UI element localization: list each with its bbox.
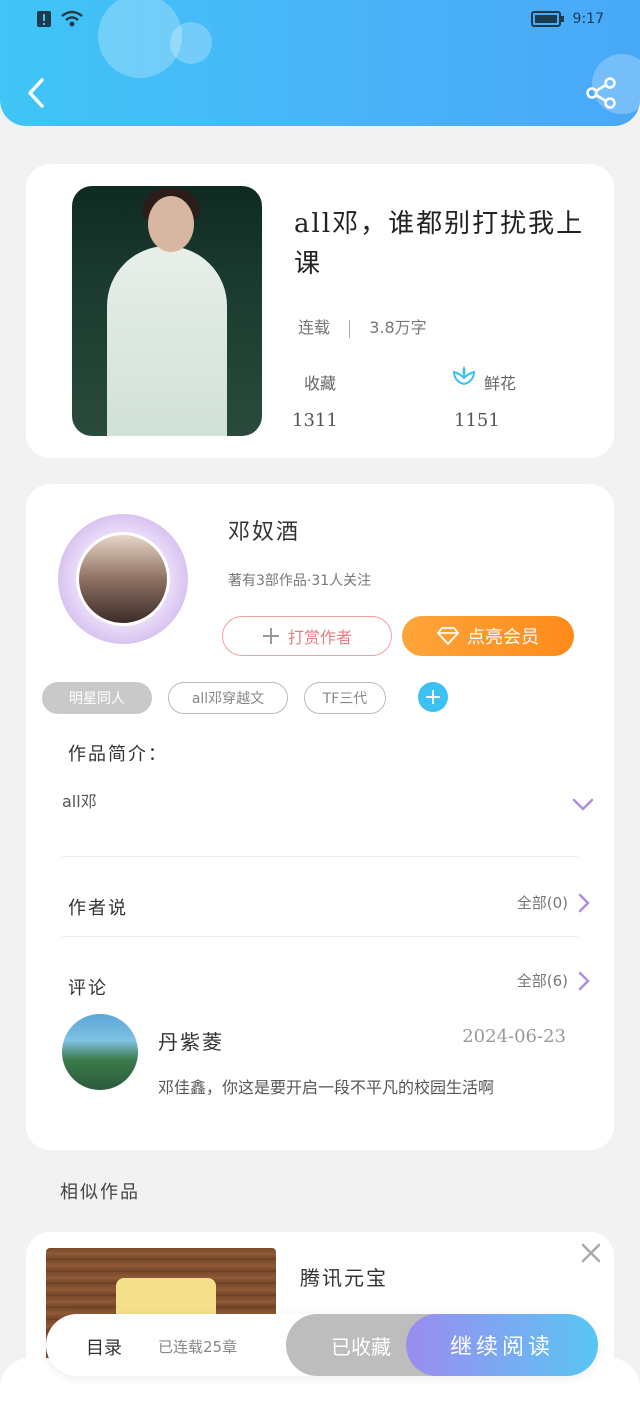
author-says-label: 作者说: [68, 898, 128, 919]
notification-icon: [37, 11, 51, 27]
book-meta: 连载 3.8万字: [298, 314, 427, 338]
reward-author-button[interactable]: 打赏作者: [222, 616, 392, 656]
book-status: 连载: [298, 318, 331, 337]
author-name[interactable]: 邓奴酒: [228, 514, 300, 546]
share-icon[interactable]: [584, 76, 618, 110]
word-count: 3.8万字: [369, 318, 427, 337]
divider: [62, 856, 578, 857]
comments-label: 评论: [68, 978, 108, 999]
commenter-avatar[interactable]: [62, 1014, 138, 1090]
book-cover[interactable]: [72, 186, 262, 436]
divider: [62, 936, 578, 937]
vip-button[interactable]: 点亮会员: [402, 616, 574, 656]
author-stats: 著有3部作品·31人关注: [228, 573, 372, 589]
similar-works-label: 相似作品: [60, 1182, 140, 1203]
header: 9:17: [0, 0, 640, 126]
book-info-card: all邓，谁都别打扰我上课 连载 3.8万字 收藏 鲜花 1311 1151: [26, 164, 614, 458]
battery-icon: [530, 11, 564, 27]
back-icon[interactable]: [20, 74, 52, 112]
intro-label: 作品简介：: [68, 744, 168, 765]
flowers-label: 鲜花: [484, 374, 517, 393]
reward-label: 打赏作者: [287, 628, 352, 647]
favorited-label: 已收藏: [331, 1334, 391, 1359]
comments-all-link[interactable]: 全部(6): [517, 970, 590, 991]
flowers-count: 1151: [454, 410, 500, 431]
author-card: 邓奴酒 著有3部作品·31人关注 打赏作者 点亮会员 明星同人 all邓穿越文 …: [26, 484, 614, 1150]
cover-head: [148, 196, 194, 252]
intro-text: all邓: [62, 792, 97, 811]
continue-reading-button[interactable]: 继续阅读: [406, 1314, 598, 1376]
comments-all-label: 全部(6): [516, 972, 568, 990]
flower-icon: [452, 366, 476, 386]
plus-icon: [262, 628, 279, 644]
favorites-count: 1311: [292, 410, 338, 431]
author-avatar-frame[interactable]: [58, 514, 188, 644]
decor-bubble-small: [170, 22, 212, 64]
chevron-right-icon: [578, 893, 590, 912]
book-title: all邓，谁都别打扰我上课: [294, 209, 585, 279]
chevron-down-icon[interactable]: [572, 798, 594, 812]
author-says-all-label: 全部(0): [516, 894, 568, 912]
author-says-all-link[interactable]: 全部(0): [517, 892, 590, 913]
tag-item[interactable]: TF三代: [304, 682, 386, 714]
chevron-right-icon: [578, 971, 590, 990]
author-avatar: [76, 532, 170, 626]
close-icon[interactable]: [580, 1242, 602, 1264]
similar-work-title: 腾讯元宝: [300, 1266, 388, 1290]
wifi-icon: [61, 10, 83, 27]
bottom-action-bar: 目录 已连载25章 已收藏 继续阅读: [46, 1314, 598, 1376]
tag-item[interactable]: 明星同人: [42, 682, 152, 714]
continue-reading-label: 继续阅读: [449, 1335, 554, 1360]
favorites-label: 收藏: [304, 374, 337, 393]
cover-figure: [107, 246, 227, 436]
diamond-icon: [437, 627, 459, 645]
add-tag-button[interactable]: +: [418, 682, 448, 712]
status-icons: [36, 10, 84, 28]
meta-divider: [349, 319, 351, 338]
chapter-count: 已连载25章: [158, 1338, 238, 1356]
comment-date: 2024-06-23: [462, 1026, 566, 1047]
vip-label: 点亮会员: [467, 627, 539, 648]
status-time: 9:17: [572, 11, 604, 27]
directory-button[interactable]: 目录: [86, 1334, 122, 1360]
status-right: 9:17: [530, 10, 604, 28]
tag-item[interactable]: all邓穿越文: [168, 682, 288, 714]
comment-text: 邓佳鑫，你这是要开启一段不平凡的校园生活啊: [158, 1078, 495, 1097]
commenter-name: 丹紫菱: [158, 1030, 224, 1054]
